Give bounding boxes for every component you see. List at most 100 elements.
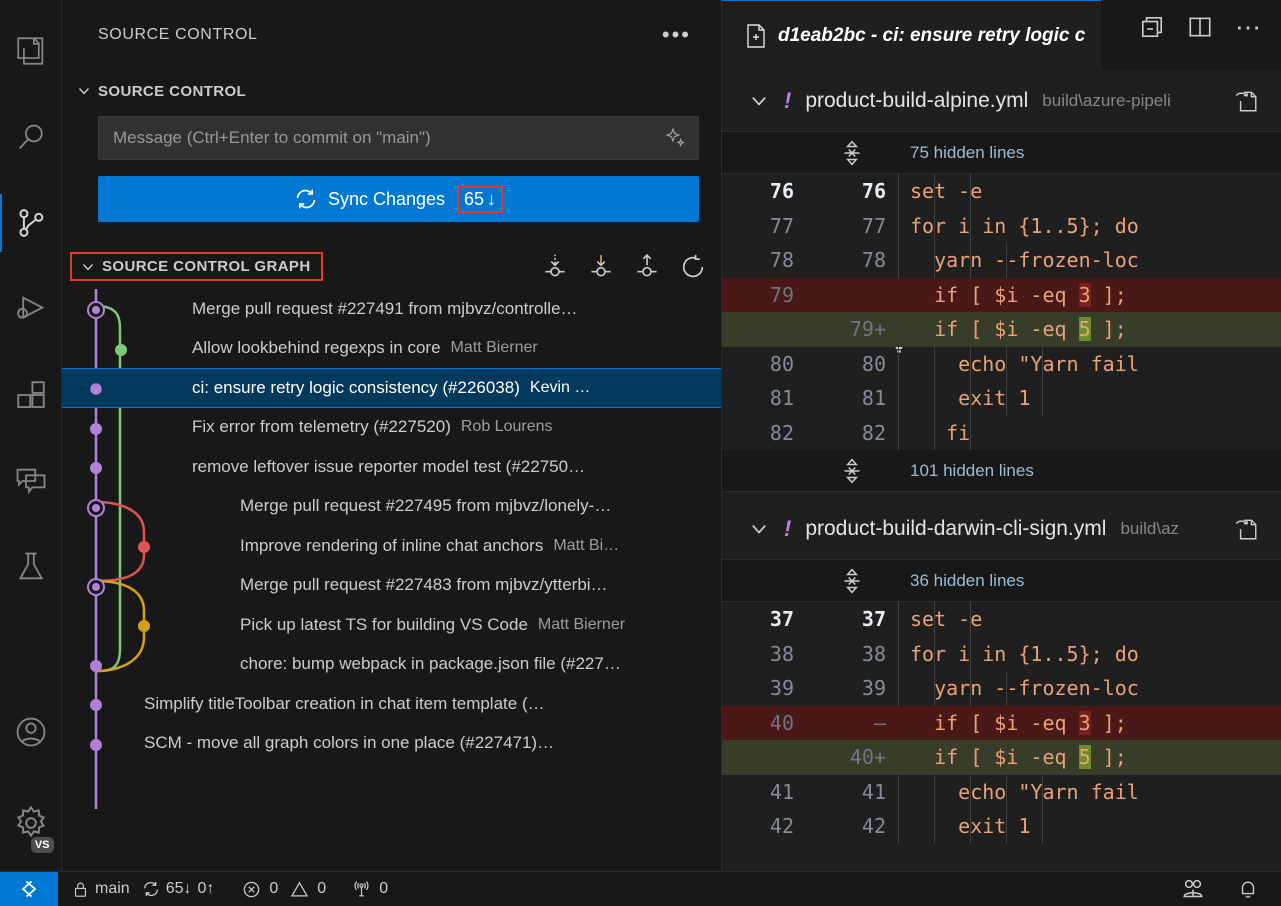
code-text: fi (910, 420, 971, 445)
code-line-deleted: 40 — if [ $i -eq 3 ]; (722, 705, 1281, 740)
refresh-icon[interactable] (679, 253, 707, 281)
commit-row[interactable]: Allow lookbehind regexps in core Matt Bi… (62, 329, 721, 369)
graph-toolbar (541, 253, 707, 281)
activity-item-chat[interactable] (0, 438, 62, 524)
activity-item-search[interactable] (0, 94, 62, 180)
unfold-icon[interactable] (822, 457, 882, 484)
diff-file-header[interactable]: ! product-build-alpine.yml build\azure-p… (722, 70, 1281, 132)
new-line-number: 81 (861, 386, 886, 411)
old-line-number: 82 (769, 420, 794, 445)
code-line: 39 39 yarn --frozen-loc (722, 671, 1281, 706)
split-editor-icon[interactable] (1187, 14, 1213, 40)
new-line-number: 80 (861, 351, 886, 376)
editor-group: d1eab2bc - ci: ensure retry logic c ⋯ ! … (722, 0, 1281, 871)
extensions-icon (14, 378, 48, 412)
commit-subject: Allow lookbehind regexps in core (192, 338, 441, 358)
go-to-file-icon[interactable] (1233, 88, 1259, 114)
commit-row[interactable]: Merge pull request #227495 from mjbvz/lo… (62, 487, 721, 527)
new-line-number: 39 (861, 676, 886, 701)
graph-section-header[interactable]: SOURCE CONTROL GRAPH (70, 252, 323, 281)
commit-row-selected[interactable]: ci: ensure retry logic consistency (#226… (62, 368, 721, 408)
code-line: 37 37 set -e (722, 602, 1281, 637)
commit-row[interactable]: Pick up latest TS for building VS Code M… (62, 605, 721, 645)
hidden-lines-row[interactable]: 101 hidden lines (722, 450, 1281, 492)
notifications-button[interactable] (1221, 872, 1281, 906)
status-branch-button[interactable]: main (58, 872, 140, 906)
live-share-button[interactable] (1165, 872, 1221, 906)
commit-row[interactable]: Simplify titleToolbar creation in chat i… (62, 684, 721, 724)
chevron-down-icon (76, 83, 92, 99)
status-outgoing-count: 0↑ (197, 880, 215, 897)
hidden-lines-label: 75 hidden lines (910, 142, 1025, 162)
status-badge: ! (784, 87, 792, 113)
commit-node-icon (90, 659, 102, 672)
diff-file-path: build\az (1120, 518, 1180, 538)
commit-row[interactable]: chore: bump webpack in package.json file… (62, 645, 721, 685)
activity-item-extensions[interactable] (0, 352, 62, 438)
hidden-lines-row[interactable]: 36 hidden lines (722, 560, 1281, 602)
activity-item-settings[interactable]: VS (0, 775, 62, 871)
hidden-lines-row[interactable]: 75 hidden lines (722, 132, 1281, 174)
old-line-number: 38 (769, 641, 794, 666)
commit-row[interactable]: Improve rendering of inline chat anchors… (62, 526, 721, 566)
commit-row[interactable]: remove leftover issue reporter model tes… (62, 447, 721, 487)
commit-message-placeholder: Message (Ctrl+Enter to commit on "main") (113, 128, 431, 147)
chevron-down-icon[interactable] (748, 90, 770, 112)
activity-item-run-and-debug[interactable] (0, 266, 62, 352)
commit-node-icon (115, 343, 127, 356)
code-line: 41 41 echo "Yarn fail (722, 774, 1281, 809)
push-icon[interactable] (633, 253, 661, 281)
unfold-icon[interactable] (822, 567, 882, 594)
sparkle-icon[interactable] (662, 124, 690, 152)
code-line: 76 76 set -e (722, 174, 1281, 209)
changed-token: 5 (1078, 745, 1091, 770)
merge-node-icon (87, 577, 105, 596)
activity-item-testing[interactable] (0, 524, 62, 610)
code-text: yarn --frozen-loc (910, 248, 1139, 273)
old-line-number: 41 (769, 779, 794, 804)
editor-tabs: d1eab2bc - ci: ensure retry logic c ⋯ (722, 0, 1281, 70)
commit-row[interactable]: SCM - move all graph colors in one place… (62, 724, 721, 764)
code-text: for i in {1..5}; do (910, 641, 1139, 666)
activity-item-source-control[interactable] (0, 180, 62, 266)
sync-changes-button[interactable]: Sync Changes 65 ↓ (98, 176, 699, 222)
pull-icon[interactable] (587, 253, 615, 281)
status-problems-button[interactable]: 0 0 (224, 872, 336, 906)
fetch-icon[interactable] (541, 253, 569, 281)
new-line-number: 42 (861, 814, 886, 839)
code-text: exit 1 (910, 814, 1031, 839)
changed-token: 3 (1078, 710, 1091, 735)
sidebar-more-actions-button[interactable]: ••• (662, 24, 701, 46)
commit-author: Matt Bierner (450, 339, 538, 357)
merge-node-icon (87, 498, 105, 517)
restore-panel-icon[interactable] (1139, 14, 1165, 40)
activity-item-accounts[interactable] (0, 689, 62, 775)
commit-row[interactable]: Merge pull request #227483 from mjbvz/yt… (62, 566, 721, 606)
commit-node-icon (138, 541, 150, 553)
scm-section-header[interactable]: SOURCE CONTROL (62, 70, 721, 112)
scm-section-label: SOURCE CONTROL (98, 82, 247, 100)
commit-row[interactable]: Merge pull request #227491 from mjbvz/co… (62, 289, 721, 329)
go-to-file-icon[interactable] (1233, 516, 1259, 542)
commit-graph-list[interactable]: Merge pull request #227491 from mjbvz/co… (62, 289, 721, 871)
remote-window-button[interactable] (0, 871, 58, 906)
new-line-number: 82 (861, 420, 886, 445)
files-icon (14, 34, 48, 68)
status-ports-count: 0 (379, 880, 389, 897)
commit-row[interactable]: Fix error from telemetry (#227520) Rob L… (62, 408, 721, 448)
hidden-lines-label: 101 hidden lines (910, 460, 1034, 480)
diff-editor-content[interactable]: ! product-build-alpine.yml build\azure-p… (722, 70, 1281, 871)
activity-item-explorer[interactable] (0, 8, 62, 94)
status-ports-button[interactable]: 0 (336, 872, 398, 906)
editor-tab-active[interactable]: d1eab2bc - ci: ensure retry logic c (722, 0, 1102, 70)
source-control-icon (14, 206, 48, 240)
new-line-number: 77 (861, 213, 886, 238)
new-line-number: 76 (861, 179, 886, 204)
code-text: for i in {1..5}; do (910, 213, 1139, 238)
ellipsis-icon[interactable]: ⋯ (1235, 14, 1263, 40)
chevron-down-icon[interactable] (748, 518, 770, 540)
unfold-icon[interactable] (822, 139, 882, 166)
commit-message-input[interactable]: Message (Ctrl+Enter to commit on "main") (98, 116, 699, 160)
status-sync-button[interactable]: 65↓ 0↑ (140, 872, 225, 906)
diff-file-header[interactable]: ! product-build-darwin-cli-sign.yml buil… (722, 498, 1281, 560)
